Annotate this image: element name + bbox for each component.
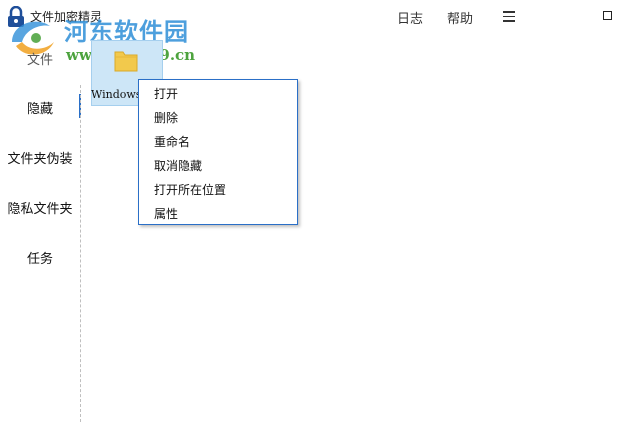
folder-icon bbox=[114, 51, 138, 72]
sidebar-item-task[interactable]: 任务 bbox=[0, 248, 80, 267]
sidebar: 文件 隐藏 文件夹伪装 隐私文件夹 任务 bbox=[0, 0, 80, 422]
context-menu-rename[interactable]: 重命名 bbox=[154, 133, 190, 150]
context-menu-open-location[interactable]: 打开所在位置 bbox=[154, 181, 226, 198]
file-name: Windows10 bbox=[91, 88, 139, 101]
sidebar-item-folder-disguise[interactable]: 文件夹伪装 bbox=[0, 148, 80, 167]
context-menu-properties[interactable]: 属性 bbox=[154, 205, 178, 222]
hamburger-icon[interactable] bbox=[503, 11, 515, 22]
context-menu-unhide[interactable]: 取消隐藏 bbox=[154, 157, 202, 174]
context-menu-delete[interactable]: 删除 bbox=[154, 109, 178, 126]
maximize-icon[interactable] bbox=[603, 11, 612, 20]
context-menu: 打开 删除 重命名 取消隐藏 打开所在位置 属性 bbox=[138, 79, 298, 225]
help-button[interactable]: 帮助 bbox=[447, 8, 473, 27]
sidebar-item-private-folder[interactable]: 隐私文件夹 bbox=[0, 198, 80, 217]
sidebar-item-file[interactable]: 文件 bbox=[0, 49, 80, 68]
sidebar-item-hide[interactable]: 隐藏 bbox=[0, 98, 80, 117]
log-button[interactable]: 日志 bbox=[397, 8, 423, 27]
sidebar-divider bbox=[80, 85, 81, 422]
context-menu-open[interactable]: 打开 bbox=[154, 85, 178, 102]
